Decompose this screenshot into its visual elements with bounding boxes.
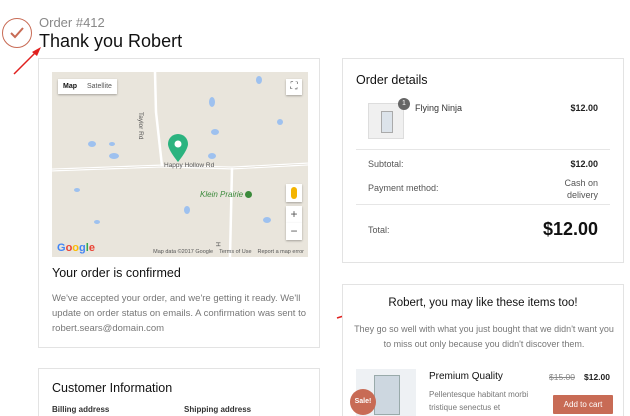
satellite-view-button[interactable]: Satellite: [82, 79, 117, 94]
order-confirmation-card: Map Satellite ⛶ Taylor Rd Happy Hollow R…: [38, 58, 320, 348]
checkmark-icon: [10, 27, 24, 39]
recommendations-title: Robert, you may like these items too!: [388, 297, 578, 309]
recommendations-subtitle: They go so well with what you just bough…: [354, 324, 614, 349]
subtotal-label: Subtotal:: [368, 159, 404, 169]
quantity-badge: 1: [398, 98, 410, 110]
add-to-cart-button[interactable]: Add to cart: [553, 395, 613, 414]
page-title: Thank you Robert: [39, 31, 183, 51]
recommended-product-name[interactable]: Premium Quality: [429, 371, 503, 382]
park-label: Klein Prairie: [200, 190, 253, 199]
map-pin-icon[interactable]: [167, 133, 189, 163]
terms-link[interactable]: Terms of Use: [219, 249, 251, 255]
old-price: $15.00: [549, 372, 575, 382]
map-type-toggle[interactable]: Map Satellite: [58, 79, 117, 94]
report-error-link[interactable]: Report a map error: [258, 249, 304, 255]
road-label: Happy Hollow Rd: [164, 162, 215, 169]
sale-price: $12.00: [584, 372, 610, 382]
subtotal-value: $12.00: [570, 159, 598, 169]
total-label: Total:: [368, 225, 390, 235]
payment-method-value: Cash on delivery: [564, 178, 598, 200]
street-view-icon[interactable]: [286, 184, 302, 202]
zoom-in-button[interactable]: +: [286, 206, 302, 223]
park-name: Klein Prairie: [200, 190, 244, 199]
customer-info-title: Customer Information: [52, 381, 173, 395]
product-price: $12.00: [570, 103, 598, 113]
park-icon: [245, 191, 253, 199]
google-logo: Google: [57, 242, 95, 254]
billing-address-label: Billing address: [52, 405, 110, 414]
recommended-product-description: Pellentesque habitant morbi tristique se…: [429, 390, 529, 412]
total-value: $12.00: [542, 219, 598, 239]
confirmation-title: Your order is confirmed: [52, 266, 181, 280]
map-view-button[interactable]: Map: [58, 79, 82, 94]
order-details-title: Order details: [356, 73, 428, 87]
customer-info-card: Customer Information Billing address Shi…: [38, 368, 320, 416]
payment-method-label: Payment method:: [368, 183, 439, 193]
recommendations-card: Robert, you may like these items too! Th…: [342, 284, 624, 416]
divider: [356, 149, 610, 150]
sale-badge: Sale!: [350, 389, 376, 415]
product-thumbnail: [368, 103, 404, 139]
map-footer: Map data ©2017 Google Terms of Use Repor…: [153, 249, 304, 255]
order-number: Order #412: [39, 15, 105, 30]
fullscreen-icon[interactable]: ⛶: [286, 79, 302, 95]
road-label: Taylor Rd: [137, 112, 144, 140]
map-data-text: Map data ©2017 Google: [153, 249, 214, 255]
delivery-map[interactable]: Map Satellite ⛶ Taylor Rd Happy Hollow R…: [52, 72, 308, 257]
product-name: Flying Ninja: [415, 103, 463, 113]
shipping-address-label: Shipping address: [184, 405, 252, 414]
road-label: H: [214, 242, 221, 247]
confirmation-message: We've accepted your order, and we're get…: [52, 293, 307, 334]
order-details-card: Order details 1 Flying Ninja $12.00 Subt…: [342, 58, 624, 263]
zoom-out-button[interactable]: −: [286, 223, 302, 240]
divider: [356, 204, 610, 205]
